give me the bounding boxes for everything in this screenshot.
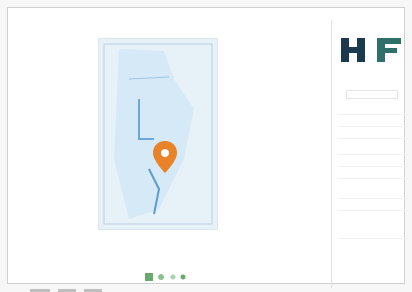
sheet-title — [346, 90, 398, 99]
title-row-7 — [338, 192, 408, 199]
title-row-9 — [338, 232, 408, 239]
company-logo — [341, 38, 401, 62]
signature — [347, 263, 397, 277]
title-row-1 — [338, 108, 408, 115]
drawing-sheet — [7, 7, 408, 292]
title-block — [331, 20, 411, 288]
seal-logo-icon — [145, 273, 186, 281]
map-drawing — [99, 39, 217, 229]
title-row-8 — [338, 204, 408, 211]
map-panel — [98, 38, 218, 230]
title-row-4 — [338, 148, 408, 155]
title-row-3 — [338, 132, 408, 139]
title-row-2 — [338, 120, 408, 127]
title-row-5 — [338, 160, 408, 167]
title-row-6 — [338, 172, 408, 179]
